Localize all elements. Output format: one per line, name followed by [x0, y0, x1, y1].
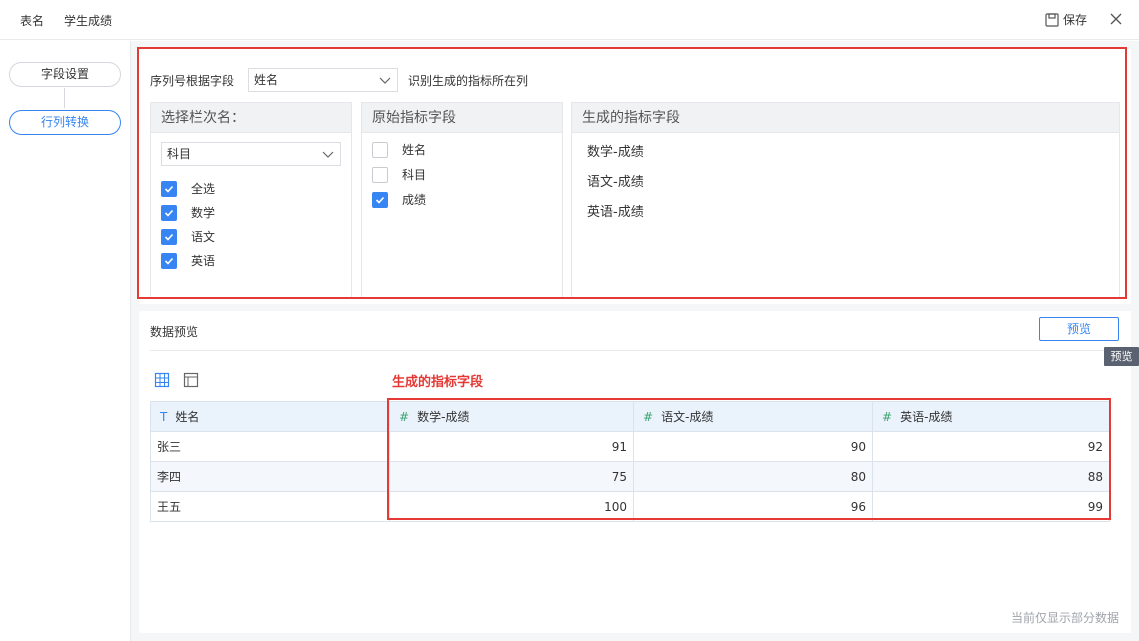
generated-fields-annotation: 生成的指标字段: [392, 375, 484, 390]
preview-title: 数据预览: [150, 325, 199, 339]
save-button[interactable]: 保存: [1045, 11, 1087, 28]
divider: [150, 350, 1119, 351]
step-field-settings[interactable]: 字段设置: [9, 62, 121, 87]
table-cell: 李四: [150, 461, 390, 492]
preview-button[interactable]: 预览: [1039, 317, 1119, 341]
table-view-icon[interactable]: [154, 372, 170, 388]
generated-columns-highlight-box: [387, 398, 1111, 520]
table-name-value[interactable]: 学生成绩: [64, 12, 112, 29]
text-type-icon: T: [160, 410, 168, 424]
step-connector: [64, 88, 65, 108]
close-icon[interactable]: [1108, 11, 1124, 27]
save-icon: [1045, 12, 1059, 27]
layout-view-icon[interactable]: [183, 372, 199, 388]
column-header-name[interactable]: T 姓名: [150, 401, 390, 432]
preview-tooltip: 预览: [1104, 347, 1139, 366]
table-cell: 王五: [150, 491, 390, 522]
step-row-column-convert[interactable]: 行列转换: [9, 110, 121, 135]
column-label: 姓名: [175, 410, 200, 424]
config-highlight-box: [137, 47, 1127, 299]
save-label: 保存: [1063, 13, 1088, 27]
step-sidebar: 字段设置 行列转换: [0, 41, 131, 641]
table-name-label: 表名: [20, 14, 45, 28]
partial-data-footnote: 当前仅显示部分数据: [1011, 611, 1120, 625]
top-bar: 表名 学生成绩 保存: [0, 0, 1139, 40]
table-cell: 张三: [150, 431, 390, 462]
